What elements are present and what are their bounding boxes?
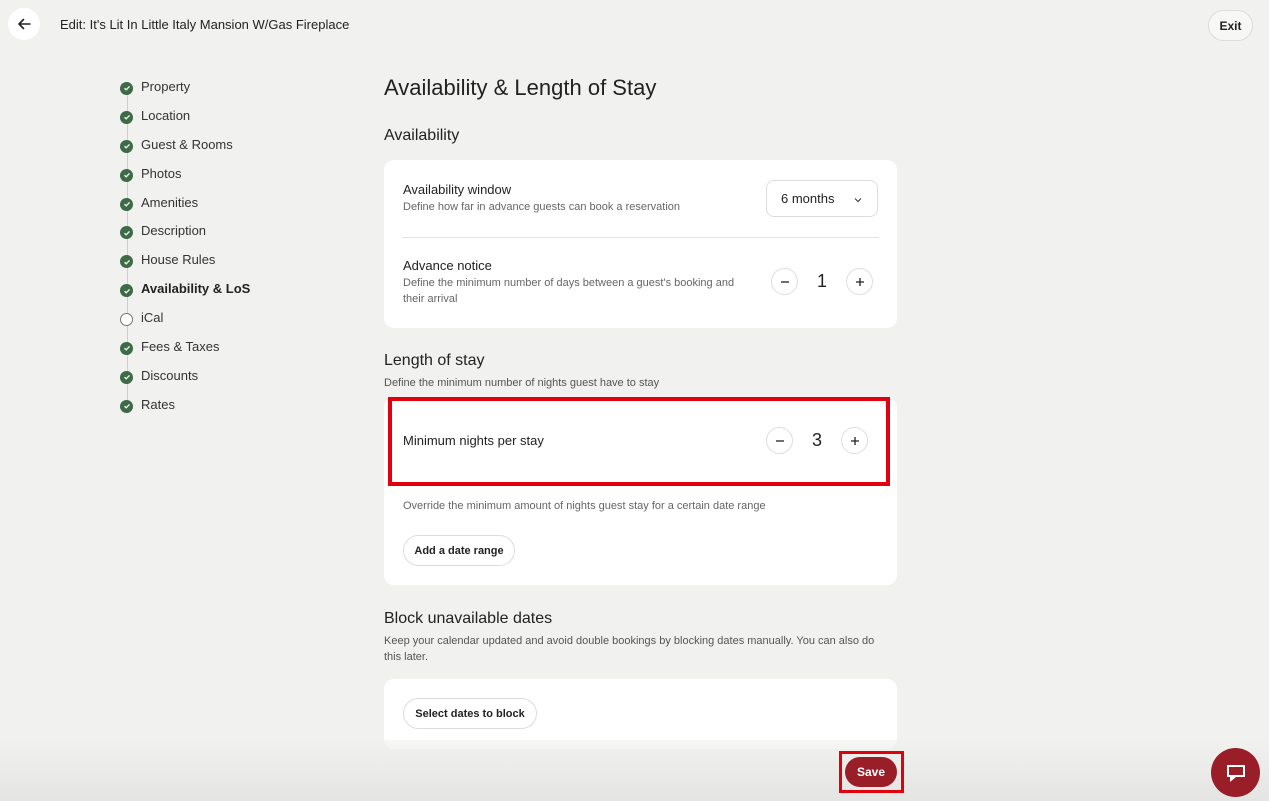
sidebar-item-label: Guest & Rooms [141,136,233,152]
availability-heading: Availability [384,127,460,144]
length-of-stay-subtitle: Define the minimum number of nights gues… [384,377,660,389]
check-icon [120,341,133,355]
sidebar-item-label: Description [141,223,207,239]
chat-button[interactable] [1211,748,1260,797]
sidebar-item-label: Rates [141,396,175,412]
block-dates-card: Select dates to block [384,679,897,749]
check-icon [120,399,133,413]
arrow-left-icon [18,18,31,30]
minus-icon [780,280,789,283]
sidebar-item-label: iCal [141,310,164,326]
exit-button[interactable]: Exit [1208,10,1253,41]
sidebar-item-availability-los[interactable]: Availability & LoS [120,274,320,303]
check-icon [120,81,133,95]
check-icon [120,197,133,211]
select-dates-to-block-button[interactable]: Select dates to block [403,698,537,729]
availability-window-select[interactable]: 6 months [766,180,878,217]
sidebar-item-house-rules[interactable]: House Rules [120,245,320,274]
check-icon [120,139,133,153]
sidebar-item-location[interactable]: Location [120,101,320,130]
page-title: Availability & Length of Stay [384,75,657,100]
sidebar-item-description[interactable]: Description [120,216,320,245]
add-date-range-button[interactable]: Add a date range [403,535,515,566]
check-icon [120,168,133,182]
sidebar-item-label: Property [141,78,191,94]
decrement-button[interactable] [771,268,798,295]
block-dates-subtitle: Keep your calendar updated and avoid dou… [384,635,875,663]
back-button[interactable] [8,8,40,40]
chat-bubble-icon [1226,764,1245,782]
sidebar-item-label: Amenities [141,194,199,210]
advance-notice-stepper: 1 [771,268,873,295]
check-icon [120,255,133,269]
sidebar-item-label: Availability & LoS [141,281,251,297]
sidebar-item-discounts[interactable]: Discounts [120,361,320,390]
sidebar-steps: Property Location Guest & Rooms Photos A… [120,72,320,419]
empty-circle-icon [120,313,133,327]
check-icon [120,370,133,384]
save-button[interactable]: Save [845,757,897,787]
plus-icon [855,277,864,286]
divider [402,237,879,238]
increment-button[interactable] [846,268,873,295]
availability-window-title: Availability window [403,182,512,197]
sidebar-item-guest-rooms[interactable]: Guest & Rooms [120,130,320,159]
sidebar-item-label: Discounts [141,367,199,383]
sidebar-item-label: Location [141,107,191,123]
advance-notice-subtitle: Define the minimum number of days betwee… [403,277,735,305]
availability-window-value: 6 months [781,191,835,206]
check-icon [120,110,133,124]
sidebar-item-ical[interactable]: iCal [120,303,320,332]
sidebar-item-rates[interactable]: Rates [120,390,320,419]
check-icon [120,226,133,240]
sidebar-item-label: Fees & Taxes [141,338,220,354]
advance-notice-title: Advance notice [403,258,492,273]
highlight-frame [388,397,890,486]
page-header-title: Edit: It's Lit In Little Italy Mansion W… [60,17,350,32]
chevron-down-icon [854,198,862,203]
length-of-stay-heading: Length of stay [384,352,485,369]
override-description: Override the minimum amount of nights gu… [403,500,766,512]
sidebar-item-label: House Rules [141,252,216,268]
block-dates-heading: Block unavailable dates [384,610,553,627]
sidebar-item-property[interactable]: Property [120,72,320,101]
advance-notice-value: 1 [816,271,827,291]
availability-window-subtitle: Define how far in advance guests can boo… [403,201,680,213]
sidebar-item-amenities[interactable]: Amenities [120,188,320,217]
sidebar-item-label: Photos [141,165,182,181]
sidebar-item-photos[interactable]: Photos [120,159,320,188]
page: Edit: It's Lit In Little Italy Mansion W… [0,0,1269,801]
check-icon [120,284,133,298]
sidebar-item-fees-taxes[interactable]: Fees & Taxes [120,332,320,361]
footer-bar [0,740,1269,801]
availability-card: Availability window Define how far in ad… [384,160,897,328]
